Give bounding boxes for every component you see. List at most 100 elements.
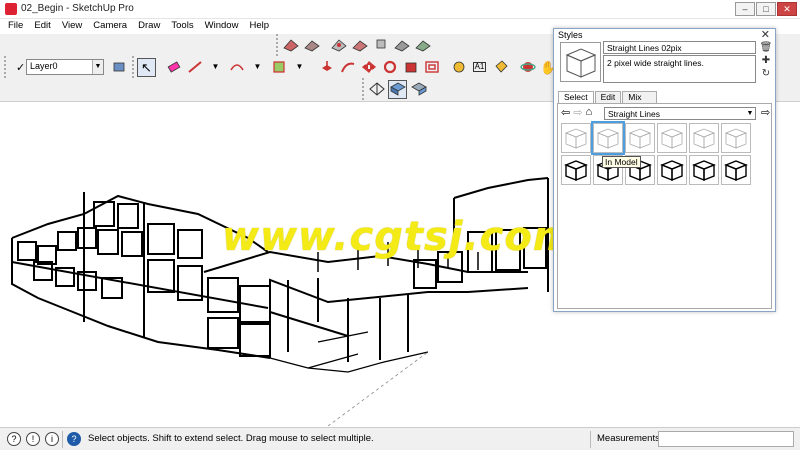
style-preview-thumbnail <box>560 42 601 82</box>
in-model-home-icon[interactable]: ⌂ <box>585 106 592 119</box>
style-thumbnail[interactable] <box>625 123 655 153</box>
collection-dropdown[interactable]: Straight Lines ▼ <box>604 107 756 120</box>
section-plane-icon[interactable] <box>367 80 386 99</box>
create-style-icon[interactable]: ✚ <box>759 54 773 67</box>
menu-camera[interactable]: Camera <box>89 19 131 31</box>
style-thumbnail[interactable] <box>561 123 591 153</box>
credits-icon[interactable]: ! <box>26 432 40 446</box>
menu-window[interactable]: Window <box>201 19 243 31</box>
forward-arrow-icon[interactable]: ⇨ <box>573 106 582 119</box>
orbit-tool-icon[interactable] <box>518 58 537 77</box>
minimize-button[interactable]: – <box>735 2 755 16</box>
add-detail-icon[interactable] <box>392 36 411 55</box>
rotate-tool-icon[interactable] <box>380 58 399 77</box>
style-thumbnail[interactable] <box>689 123 719 153</box>
cube-preview-icon <box>565 48 597 78</box>
layer-manager-icon[interactable] <box>109 58 128 77</box>
stamp-icon[interactable] <box>350 36 369 55</box>
principal-toolbar: ↖ ▼ ▼ ▼ A1 ✋ <box>132 56 602 78</box>
style-thumbnail[interactable] <box>689 155 719 185</box>
geo-location-icon[interactable]: ? <box>7 432 21 446</box>
arc-dropdown-icon[interactable]: ▼ <box>248 58 267 77</box>
close-button[interactable]: ✕ <box>777 2 797 16</box>
menu-view[interactable]: View <box>58 19 86 31</box>
offset-tool-icon[interactable] <box>422 58 441 77</box>
style-thumbnail[interactable] <box>657 155 687 185</box>
top-view-icon[interactable] <box>409 80 428 99</box>
back-arrow-icon[interactable]: ⇦ <box>561 106 570 119</box>
follow-me-icon[interactable] <box>338 58 357 77</box>
chevron-down-icon: ▼ <box>92 60 103 74</box>
title-bar: 02_Begin - SketchUp Pro – □ ✕ <box>0 0 800 19</box>
menu-edit[interactable]: Edit <box>30 19 54 31</box>
cube-style-icon <box>564 128 588 149</box>
cube-style-icon <box>596 128 620 149</box>
menu-help[interactable]: Help <box>246 19 274 31</box>
cube-style-icon <box>660 128 684 149</box>
window-title: 02_Begin - SketchUp Pro <box>21 3 134 14</box>
eraser-tool-icon[interactable] <box>164 58 183 77</box>
measurements-input[interactable] <box>658 431 794 447</box>
smoove-icon[interactable] <box>329 36 348 55</box>
layer-dropdown-value: Layer0 <box>30 61 58 71</box>
tape-measure-icon[interactable] <box>449 58 468 77</box>
style-thumbnail[interactable] <box>657 123 687 153</box>
styles-tabs: Select Edit Mix <box>558 91 658 103</box>
select-tab-panel: ⇦ ⇨ ⌂ Straight Lines ▼ ⇨ In Model <box>557 103 772 309</box>
status-divider <box>590 431 591 448</box>
status-hint-text: Select objects. Shift to extend select. … <box>88 433 374 444</box>
shape-tool-icon[interactable] <box>269 58 288 77</box>
cube-style-icon <box>628 128 652 149</box>
tab-edit[interactable]: Edit <box>594 91 622 103</box>
iso-view-icon[interactable] <box>388 79 407 99</box>
tab-mix[interactable]: Mix <box>622 91 657 103</box>
style-thumbnail[interactable] <box>591 121 625 155</box>
menu-draw[interactable]: Draw <box>134 19 164 31</box>
sketchup-app-icon <box>5 3 17 15</box>
instructor-help-icon[interactable]: ? <box>67 432 81 446</box>
arc-tool-icon[interactable] <box>227 58 246 77</box>
cube-style-icon <box>564 160 588 182</box>
select-tool-icon[interactable]: ↖ <box>137 57 156 77</box>
in-model-tooltip: In Model <box>602 156 641 168</box>
text-tool-icon[interactable]: A1 <box>470 58 489 77</box>
move-tool-icon[interactable] <box>359 58 378 77</box>
scale-tool-icon[interactable] <box>401 58 420 77</box>
menu-tools[interactable]: Tools <box>167 19 197 31</box>
style-thumbnail[interactable] <box>561 155 591 185</box>
menu-file[interactable]: File <box>0 19 27 31</box>
sandbox-from-scratch-icon[interactable] <box>302 36 321 55</box>
update-style-icon[interactable]: ↻ <box>759 67 773 80</box>
tab-select[interactable]: Select <box>558 91 594 103</box>
style-side-actions: 🗑 ✚ ↻ <box>759 41 773 80</box>
delete-style-icon[interactable]: 🗑 <box>759 41 773 54</box>
push-pull-icon[interactable] <box>317 58 336 77</box>
status-divider <box>62 431 63 448</box>
style-thumbnail[interactable] <box>721 123 751 153</box>
shape-dropdown-icon[interactable]: ▼ <box>290 58 309 77</box>
style-description-field[interactable]: 2 pixel wide straight lines. <box>603 55 756 83</box>
details-arrow-icon[interactable]: ⇨ <box>761 106 770 119</box>
drape-icon[interactable] <box>371 36 390 55</box>
watermark-text: www.cgtsj.com <box>222 214 576 260</box>
styles-panel-title: Styles <box>558 30 583 40</box>
styles-panel: Styles ✕ Straight Lines 02pix 2 pixel wi… <box>553 28 776 312</box>
sandbox-toolbar <box>276 34 434 56</box>
chevron-down-icon: ▼ <box>746 110 754 117</box>
sandbox-from-contours-icon[interactable] <box>281 36 300 55</box>
flip-edge-icon[interactable] <box>413 36 432 55</box>
maximize-button[interactable]: □ <box>756 2 776 16</box>
layer-dropdown[interactable]: Layer0 ▼ <box>26 59 104 75</box>
paint-bucket-icon[interactable] <box>491 58 510 77</box>
panel-close-icon[interactable]: ✕ <box>761 28 770 41</box>
line-dropdown-icon[interactable]: ▼ <box>206 58 225 77</box>
measurements-label: Measurements <box>597 433 660 444</box>
status-bar: ? ! i ? Select objects. Shift to extend … <box>0 427 800 450</box>
style-thumbnail[interactable] <box>721 155 751 185</box>
line-tool-icon[interactable] <box>185 58 204 77</box>
collection-value: Straight Lines <box>608 109 660 119</box>
cube-style-icon <box>724 128 748 149</box>
cube-style-icon <box>660 160 684 182</box>
style-name-field[interactable]: Straight Lines 02pix <box>603 41 756 54</box>
user-icon[interactable]: i <box>45 432 59 446</box>
